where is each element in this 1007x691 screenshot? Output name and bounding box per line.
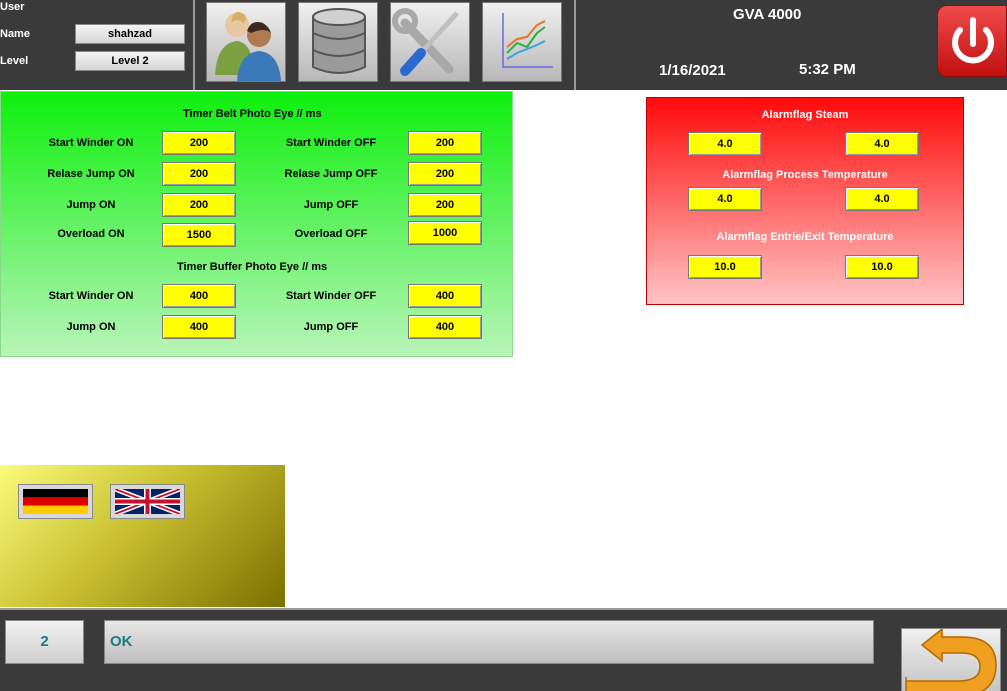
- database-button[interactable]: [298, 2, 378, 82]
- tools-icon: [392, 8, 459, 76]
- belt-row-3-on-label: Jump ON: [66, 199, 116, 211]
- belt-row-2-on-field[interactable]: 200: [162, 162, 236, 186]
- chart-button[interactable]: [482, 2, 562, 82]
- belt-row-3-on-field[interactable]: 200: [162, 193, 236, 217]
- alarm-entry-exit-title: Alarmflag Entrie/Exit Temperature: [716, 231, 894, 243]
- belt-section-title: Timer Belt Photo Eye // ms: [183, 108, 322, 120]
- english-language-button[interactable]: [110, 484, 185, 519]
- users-icon: [215, 12, 281, 81]
- tools-button[interactable]: [390, 2, 470, 82]
- power-button[interactable]: [937, 5, 1007, 77]
- buffer-row-1-off-label: Start Winder OFF: [285, 290, 377, 302]
- alarm-steam-title: Alarmflag Steam: [761, 109, 849, 121]
- back-arrow-icon: [905, 629, 997, 691]
- users-button[interactable]: [206, 2, 286, 82]
- german-language-button[interactable]: [18, 484, 93, 519]
- level-label: Level: [0, 55, 29, 67]
- timer-panel: Timer Belt Photo Eye // ms Start Winder …: [0, 91, 513, 357]
- buffer-row-2-off-field[interactable]: 400: [408, 315, 482, 339]
- buffer-row-2-on-label: Jump ON: [66, 321, 116, 333]
- alarm-process-field-2[interactable]: 4.0: [845, 187, 919, 211]
- buffer-section-title: Timer Buffer Photo Eye // ms: [177, 261, 328, 273]
- buffer-row-2-on-field[interactable]: 400: [162, 315, 236, 339]
- time-display: 5:32 PM: [799, 61, 856, 78]
- alarm-process-title: Alarmflag Process Temperature: [722, 169, 888, 181]
- alarm-entry-exit-field-1[interactable]: 10.0: [688, 255, 762, 279]
- belt-row-1-on-field[interactable]: 200: [162, 131, 236, 155]
- belt-row-1-off-field[interactable]: 200: [408, 131, 482, 155]
- belt-row-2-off-field[interactable]: 200: [408, 162, 482, 186]
- alarm-panel: Alarmflag Steam 4.0 4.0 Alarmflag Proces…: [646, 97, 964, 305]
- belt-row-4-on-field[interactable]: 1500: [162, 223, 236, 247]
- level-field: Level 2: [75, 51, 185, 71]
- belt-row-4-off-field[interactable]: 1000: [408, 221, 482, 245]
- app-title: GVA 4000: [733, 6, 802, 23]
- uk-flag-icon: [115, 489, 180, 514]
- belt-row-2-off-label: Relase Jump OFF: [284, 168, 378, 180]
- user-panel: User Name shahzad Level Level 2: [0, 0, 195, 90]
- alarm-steam-field-2[interactable]: 4.0: [845, 132, 919, 156]
- language-panel: [0, 465, 285, 607]
- chart-icon: [502, 13, 553, 68]
- buffer-row-1-off-field[interactable]: 400: [408, 284, 482, 308]
- buffer-row-1-on-field[interactable]: 400: [162, 284, 236, 308]
- name-label: Name: [0, 28, 30, 40]
- belt-row-3-off-field[interactable]: 200: [408, 193, 482, 217]
- alarm-steam-field-1[interactable]: 4.0: [688, 132, 762, 156]
- database-icon: [312, 8, 366, 74]
- belt-row-3-off-label: Jump OFF: [303, 199, 359, 211]
- status-message: OK: [104, 620, 874, 664]
- back-button[interactable]: [901, 628, 1001, 691]
- top-bar: User Name shahzad Level Level 2 GVA 4000…: [0, 0, 1007, 90]
- belt-row-4-on-label: Overload ON: [57, 228, 125, 240]
- buffer-row-1-on-label: Start Winder ON: [48, 290, 134, 302]
- date-display: 1/16/2021: [659, 62, 726, 79]
- belt-row-1-off-label: Start Winder OFF: [285, 137, 377, 149]
- user-label: User: [0, 1, 25, 13]
- belt-row-2-on-label: Relase Jump ON: [47, 168, 135, 180]
- belt-row-4-off-label: Overload OFF: [294, 228, 368, 240]
- belt-row-1-on-label: Start Winder ON: [48, 137, 134, 149]
- alarm-process-field-1[interactable]: 4.0: [688, 187, 762, 211]
- german-flag-icon: [23, 489, 88, 514]
- status-bar: 2 OK: [0, 608, 1007, 691]
- alarm-entry-exit-field-2[interactable]: 10.0: [845, 255, 919, 279]
- status-code: 2: [5, 620, 84, 664]
- buffer-row-2-off-label: Jump OFF: [303, 321, 359, 333]
- header-separator: [574, 0, 576, 90]
- name-field: shahzad: [75, 24, 185, 44]
- power-icon: [952, 17, 994, 64]
